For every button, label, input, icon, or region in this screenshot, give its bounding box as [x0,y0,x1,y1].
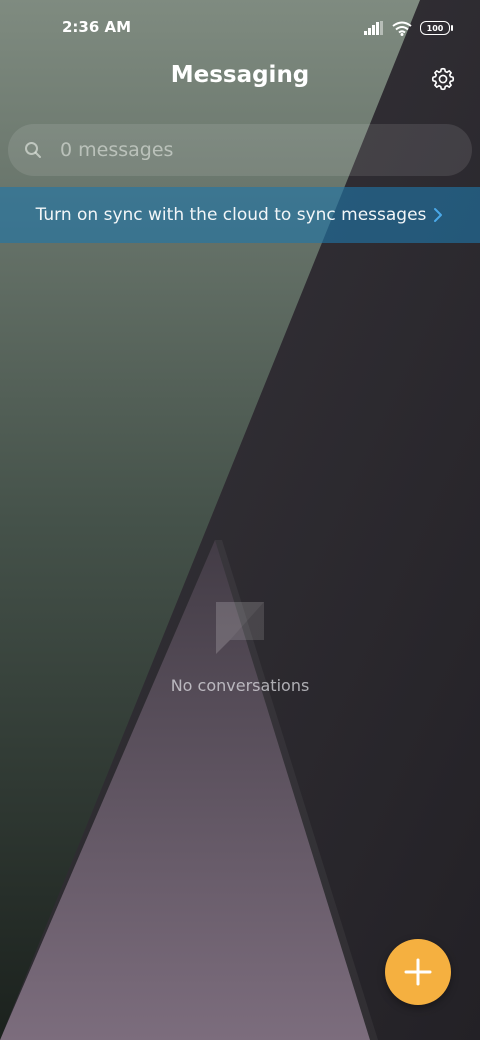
search-input[interactable] [58,138,472,162]
wifi-icon [392,21,412,36]
settings-button[interactable] [430,66,456,92]
status-time: 2:36 AM [62,18,132,36]
battery-level: 100 [426,23,444,33]
plus-icon [404,958,432,986]
search-icon [24,141,42,159]
new-message-button[interactable] [385,939,451,1005]
chat-bubble-icon [212,598,268,656]
sync-banner[interactable]: Turn on sync with the cloud to sync mess… [0,187,480,243]
gear-icon [431,67,455,91]
signal-icon [364,21,383,35]
status-icons: 100 [364,18,453,38]
empty-state-text: No conversations [170,676,310,695]
status-bar: 2:36 AM 100 [0,0,480,56]
page-title: Messaging [170,62,310,88]
search-bar[interactable] [8,124,472,176]
chevron-right-icon [432,207,444,223]
battery-icon: 100 [420,21,453,35]
sync-banner-text: Turn on sync with the cloud to sync mess… [35,205,427,225]
empty-state: No conversations [0,598,480,695]
